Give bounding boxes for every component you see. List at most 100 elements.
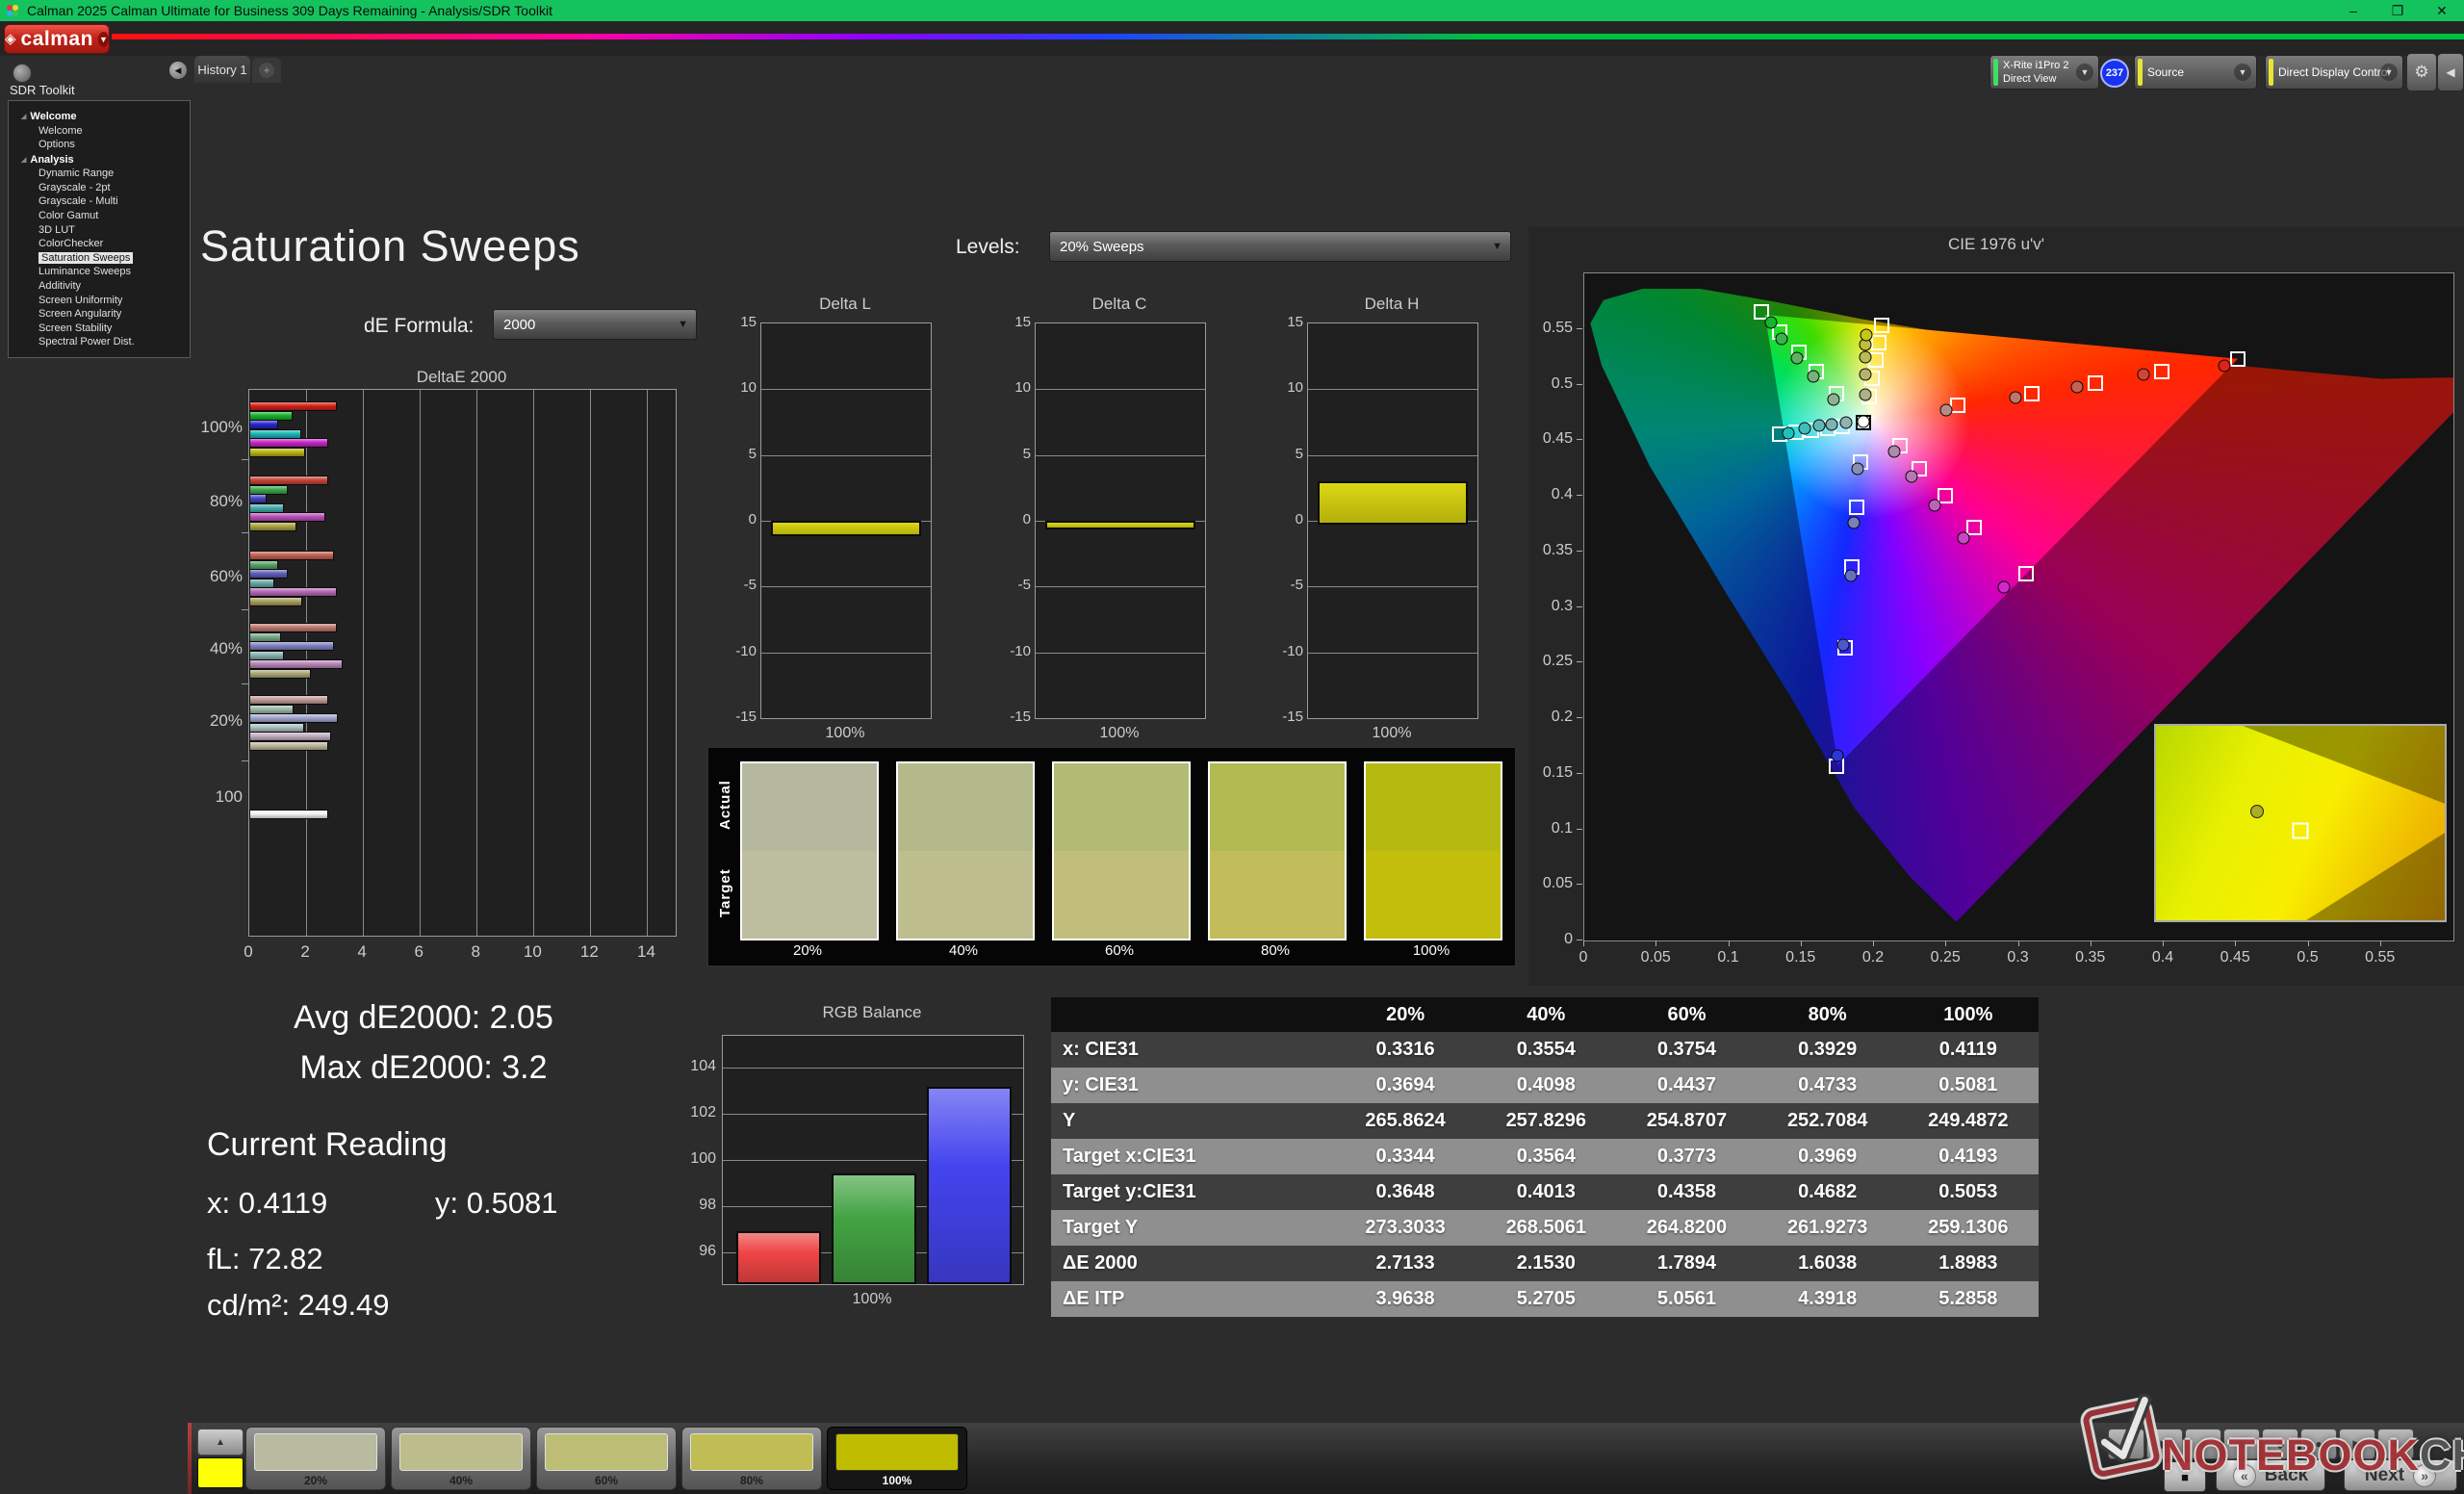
sidebar-item-dynamic-range[interactable]: Dynamic Range bbox=[9, 168, 190, 179]
patch-card-40[interactable]: 40% bbox=[391, 1427, 531, 1490]
toolbar-button-4[interactable]: ◆ bbox=[2262, 1429, 2298, 1459]
deltaL-plot-area bbox=[760, 322, 932, 719]
comparator-swatch-100 bbox=[1364, 761, 1502, 940]
next-button[interactable]: Next » bbox=[2344, 1459, 2457, 1491]
inset-target-point bbox=[2293, 823, 2309, 839]
de-bar-80-magenta bbox=[249, 512, 325, 522]
sidebar-item-welcome[interactable]: Welcome bbox=[9, 126, 190, 137]
de-formula-dropdown[interactable]: 2000 ▼ bbox=[493, 309, 697, 340]
axis-tick bbox=[1577, 661, 1582, 662]
table-header-row: 20%40%60%80%100% bbox=[1051, 997, 2039, 1032]
measured-point-cyan bbox=[1812, 420, 1825, 432]
gridline bbox=[363, 390, 364, 936]
stop-button[interactable]: ■ bbox=[2164, 1461, 2206, 1492]
tab-history-1[interactable]: History 1 bbox=[194, 56, 250, 83]
de-bar-20-red bbox=[249, 695, 328, 705]
sidebar-item-3d-lut[interactable]: 3D LUT bbox=[9, 225, 190, 236]
patch-card-80[interactable]: 80% bbox=[681, 1427, 822, 1490]
sidebar-item-label: Grayscale - 2pt bbox=[38, 182, 111, 193]
de-bar-60-cyan bbox=[249, 579, 274, 588]
toolbar-button-0[interactable]: ● bbox=[2108, 1429, 2144, 1459]
de-bar-40-blue bbox=[249, 641, 334, 651]
cie-zoom-inset bbox=[2154, 724, 2447, 922]
table-cell: 0.4098 bbox=[1476, 1068, 1616, 1103]
row-label: Target y:CIE31 bbox=[1051, 1174, 1335, 1210]
table-cell: 254.8707 bbox=[1616, 1103, 1757, 1139]
levels-dropdown[interactable]: 20% Sweeps ▼ bbox=[1049, 231, 1511, 262]
column-header-20: 20% bbox=[1335, 997, 1476, 1032]
toolbar-button-3[interactable]: ▲ bbox=[2223, 1429, 2260, 1459]
x-tick-label: 12 bbox=[575, 942, 603, 962]
axis-tick bbox=[1577, 384, 1582, 385]
sidebar-item-saturation-sweeps[interactable]: Saturation Sweeps bbox=[9, 253, 190, 264]
patch-swatch bbox=[399, 1433, 523, 1471]
source-dropdown[interactable]: Source ▼ bbox=[2134, 55, 2257, 90]
settings-gear-button[interactable]: ⚙ bbox=[2406, 53, 2437, 91]
table-cell: 0.5081 bbox=[1898, 1068, 2039, 1103]
tree-expander-icon[interactable]: ◢ bbox=[21, 114, 26, 120]
y-tick-label: 104 bbox=[674, 1058, 716, 1075]
table-corner-cell bbox=[1051, 997, 1335, 1032]
sidebar-item-screen-angularity[interactable]: Screen Angularity bbox=[9, 309, 190, 320]
actual-swatch bbox=[1210, 763, 1345, 851]
x-tick-label: 0.55 bbox=[2356, 949, 2404, 966]
comparator-swatch-40 bbox=[896, 761, 1035, 940]
panel-collapse-button[interactable]: ◀ bbox=[2437, 53, 2464, 91]
toolbar-button-7[interactable]: ■ bbox=[2377, 1429, 2414, 1459]
calman-menu-button[interactable]: ◈ calman ▼ bbox=[4, 24, 110, 54]
sidebar-item-screen-uniformity[interactable]: Screen Uniformity bbox=[9, 296, 190, 306]
sidebar-item-additivity[interactable]: Additivity bbox=[9, 281, 190, 292]
meter-dropdown[interactable]: X-Rite i1Pro 2 Direct View ▼ bbox=[1989, 55, 2099, 90]
patch-card-100[interactable]: 100% bbox=[827, 1427, 967, 1490]
tree-expander-icon[interactable]: ◢ bbox=[21, 157, 26, 164]
de-bar-100-red bbox=[249, 810, 328, 819]
toolbar-button-5[interactable]: ● bbox=[2300, 1429, 2337, 1459]
y-tick-label: 15 bbox=[724, 314, 757, 330]
restore-button[interactable]: ❐ bbox=[2375, 0, 2420, 21]
deltae-2000-chart: DeltaE 2000 02468101214100%80%60%40%20%1… bbox=[198, 368, 699, 961]
back-arrow-icon: « bbox=[2233, 1464, 2256, 1487]
patch-card-60[interactable]: 60% bbox=[536, 1427, 677, 1490]
sidebar-item-color-gamut[interactable]: Color Gamut bbox=[9, 211, 190, 221]
reading-fl-value: fL: 72.82 bbox=[207, 1242, 323, 1276]
tree-group-analysis[interactable]: ◢Analysis bbox=[9, 154, 190, 166]
close-button[interactable]: ✕ bbox=[2420, 0, 2464, 21]
sidebar-item-luminance-sweeps[interactable]: Luminance Sweeps bbox=[9, 267, 190, 277]
tree-group-welcome[interactable]: ◢Welcome bbox=[9, 111, 190, 122]
sidebar-item-options[interactable]: Options bbox=[9, 140, 190, 150]
gridline bbox=[533, 390, 534, 936]
comparator-column-label: 40% bbox=[894, 942, 1033, 959]
sidebar-item-spectral-power-dist[interactable]: Spectral Power Dist. bbox=[9, 337, 190, 348]
back-button[interactable]: « Back bbox=[2216, 1459, 2325, 1491]
sidebar-dot-button[interactable] bbox=[13, 64, 32, 83]
cie-plot-area bbox=[1583, 272, 2454, 941]
table-row-e-itp: ΔE ITP3.96385.27055.05614.39185.2858 bbox=[1051, 1281, 2039, 1317]
display-control-dropdown[interactable]: Direct Display Control ▼ bbox=[2265, 55, 2403, 90]
sidebar-item-label: 3D LUT bbox=[38, 224, 75, 236]
gridline bbox=[590, 390, 591, 936]
add-tab-button[interactable]: + bbox=[252, 58, 281, 83]
sidebar-item-screen-stability[interactable]: Screen Stability bbox=[9, 323, 190, 334]
toolbar-button-6[interactable]: ▶ bbox=[2339, 1429, 2375, 1459]
sidebar-item-grayscale-multi[interactable]: Grayscale - Multi bbox=[9, 196, 190, 207]
sidebar-item-label: Luminance Sweeps bbox=[38, 266, 131, 277]
y-tick-label: 10 bbox=[724, 379, 757, 396]
toolbar-button-1[interactable]: ▶ bbox=[2146, 1429, 2183, 1459]
patch-card-20[interactable]: 20% bbox=[245, 1427, 386, 1490]
sidebar-item-label: ColorChecker bbox=[38, 238, 103, 249]
white-point-measured bbox=[1858, 415, 1870, 427]
measured-point-blue bbox=[1837, 638, 1850, 651]
chevron-down-icon: ▼ bbox=[2234, 64, 2251, 81]
sidebar-item-grayscale-2pt[interactable]: Grayscale - 2pt bbox=[9, 183, 190, 193]
sidebar-collapse-icon[interactable]: ◀ bbox=[169, 62, 187, 79]
actual-row-label: Actual bbox=[717, 761, 732, 848]
group-label: 100 bbox=[198, 787, 243, 807]
expand-up-button[interactable]: ▲ bbox=[197, 1429, 244, 1455]
minimize-button[interactable]: – bbox=[2331, 0, 2375, 21]
y-tick-label: -5 bbox=[1270, 577, 1303, 593]
toolbar-button-2[interactable]: ■ bbox=[2185, 1429, 2221, 1459]
axis-tick bbox=[242, 609, 249, 610]
gridline bbox=[476, 390, 477, 936]
sidebar-item-colorchecker[interactable]: ColorChecker bbox=[9, 239, 190, 249]
de-bar-60-green bbox=[249, 560, 278, 570]
